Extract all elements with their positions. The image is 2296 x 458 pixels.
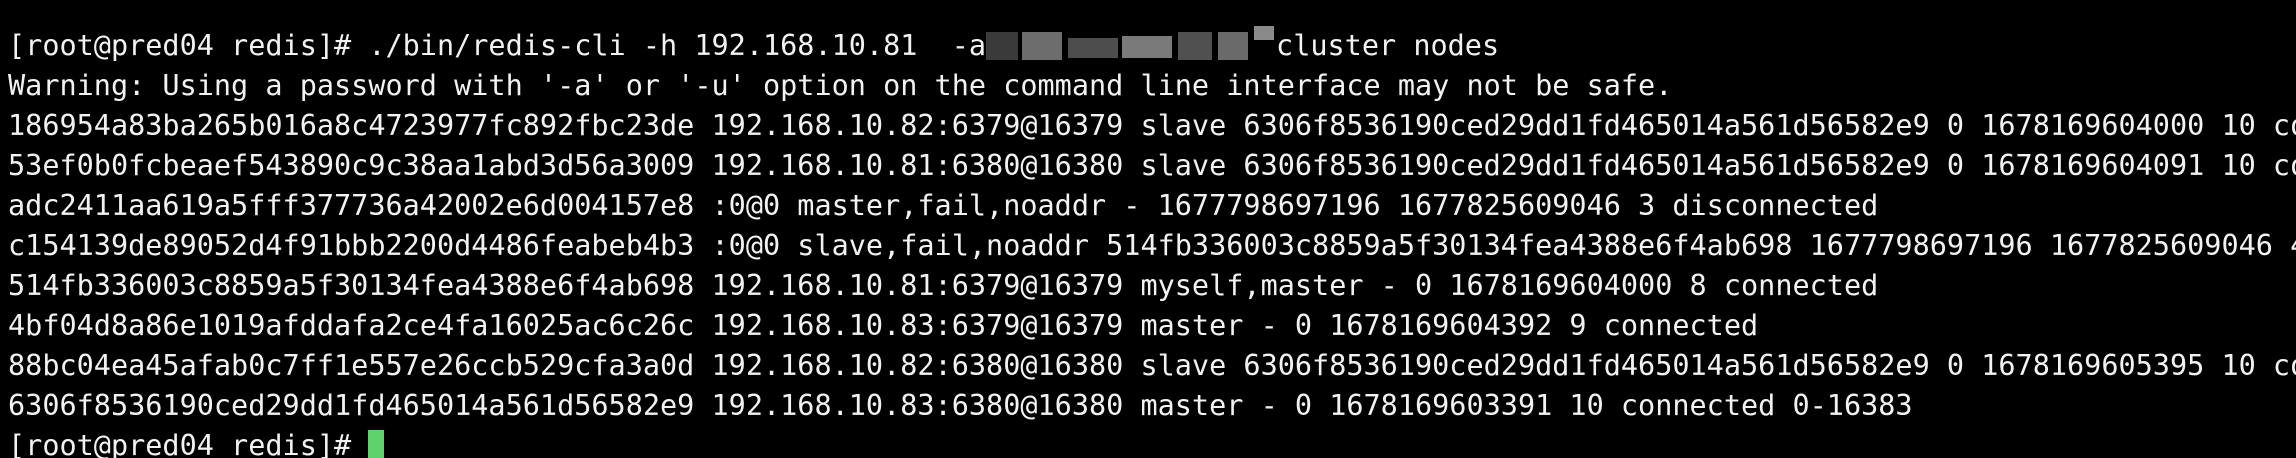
command-text: ./bin/redis-cli -h 192.168.10.81 -a xyxy=(368,29,987,62)
terminal-cursor xyxy=(368,430,385,458)
node-line: 88bc04ea45afab0c7ff1e557e26ccb529cfa3a0d… xyxy=(8,349,2296,382)
node-line: 4bf04d8a86e1019afddafa2ce4fa16025ac6c26c… xyxy=(8,309,1759,342)
terminal-window[interactable]: [root@pred04 redis]# ./bin/redis-cli -h … xyxy=(0,0,2296,458)
node-line: c154139de89052d4f91bbb2200d4486feabeb4b3… xyxy=(8,229,2296,262)
warning-line: Warning: Using a password with '-a' or '… xyxy=(8,69,1673,102)
node-line: 514fb336003c8859a5f30134fea4388e6f4ab698… xyxy=(8,269,1879,302)
shell-prompt: [root@pred04 redis]# xyxy=(8,429,369,458)
node-line: 53ef0b0fcbeaef543890c9c38aa1abd3d56a3009… xyxy=(8,149,2296,182)
node-line: 6306f8536190ced29dd1fd465014a561d56582e9… xyxy=(8,389,1913,422)
final-prompt-line[interactable]: [root@pred04 redis]# xyxy=(0,426,2296,458)
redacted-password-mask xyxy=(986,26,1276,66)
command-suffix: cluster nodes xyxy=(1276,29,1500,62)
shell-prompt: [root@pred04 redis]# xyxy=(8,29,369,62)
command-line: [root@pred04 redis]# ./bin/redis-cli -h … xyxy=(0,26,2296,66)
node-line: 186954a83ba265b016a8c4723977fc892fbc23de… xyxy=(8,109,2296,142)
node-line: adc2411aa619a5fff377736a42002e6d004157e8… xyxy=(8,189,1879,222)
